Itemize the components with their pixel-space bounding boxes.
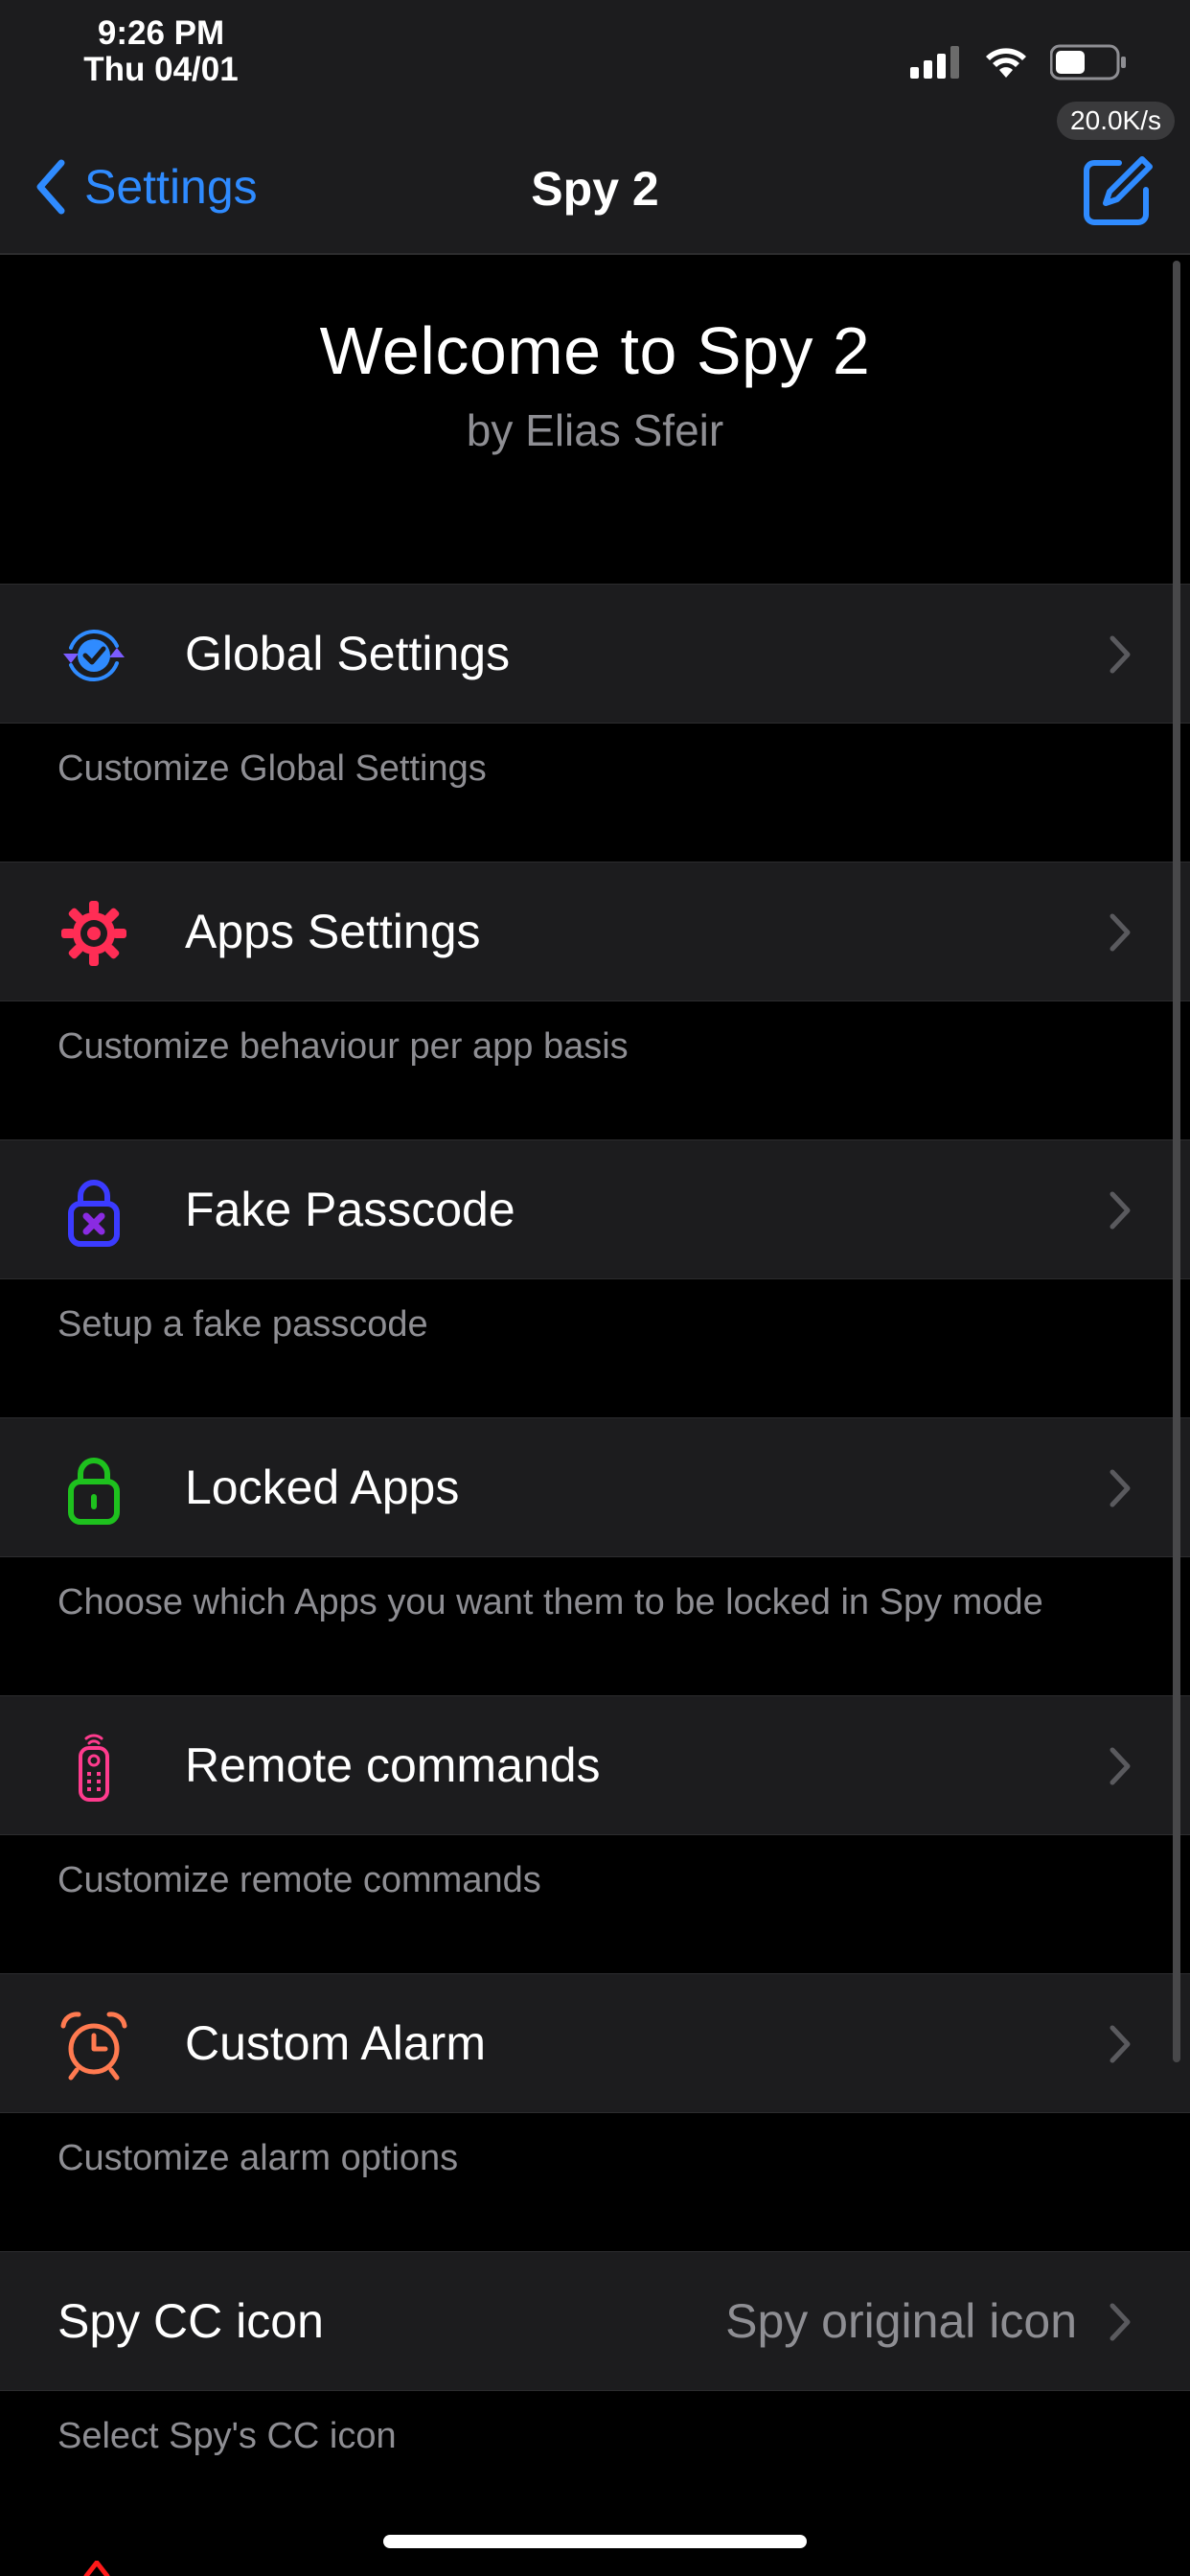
cell-spy-cc-icon[interactable]: Spy CC icon Spy original icon (0, 2251, 1190, 2391)
battery-icon (1050, 44, 1126, 80)
footer-apps-settings: Customize behaviour per app basis (57, 1026, 629, 1067)
cell-remote-commands[interactable]: Remote commands (0, 1695, 1190, 1835)
settings-content: Welcome to Spy 2 by Elias Sfeir Global S… (0, 255, 1190, 2529)
cell-global-settings-label: Global Settings (185, 627, 511, 680)
footer-remote-commands: Customize remote commands (57, 1860, 541, 1900)
cell-remote-commands-label: Remote commands (185, 1738, 601, 1792)
cell-locked-apps-label: Locked Apps (185, 1460, 460, 1514)
chevron-right-icon (1110, 1191, 1131, 1230)
cell-spy-cc-icon-label: Spy CC icon (57, 2294, 324, 2348)
alarm-clock-icon (60, 2012, 127, 2081)
page-title: Spy 2 (531, 162, 659, 216)
chevron-right-icon (1110, 635, 1131, 674)
cell-fake-passcode-label: Fake Passcode (185, 1183, 515, 1236)
sync-check-icon (63, 629, 125, 682)
lock-icon (68, 1458, 120, 1525)
footer-global-settings: Customize Global Settings (57, 748, 487, 789)
partial-next-icon (83, 2561, 110, 2576)
cell-global-settings[interactable]: Global Settings (0, 584, 1190, 724)
status-time-text: 9:26 PM (97, 14, 225, 52)
chevron-right-icon (1110, 1469, 1131, 1507)
chevron-right-icon (1110, 913, 1131, 952)
chevron-right-icon (1110, 1747, 1131, 1785)
status-icons (910, 44, 1127, 80)
cell-fake-passcode[interactable]: Fake Passcode (0, 1139, 1190, 1279)
nav-bar: Settings Spy 2 (0, 144, 1190, 255)
chevron-right-icon (1110, 2303, 1131, 2341)
cell-custom-alarm[interactable]: Custom Alarm (0, 1973, 1190, 2113)
remote-icon (79, 1734, 109, 1802)
network-speed-badge: 20.0K/s (1057, 102, 1175, 140)
cell-custom-alarm-label: Custom Alarm (185, 2016, 486, 2070)
welcome-title: Welcome to Spy 2 (319, 313, 871, 388)
screen: 9:26 PM Thu 04/01 20.0K/s Settings Spy 2… (0, 0, 1190, 2576)
status-time: 9:26 PM Thu 04/01 (75, 15, 247, 88)
status-bar: 9:26 PM Thu 04/01 20.0K/s (0, 0, 1190, 144)
compose-icon[interactable] (1079, 153, 1156, 230)
chevron-right-icon (1110, 2025, 1131, 2063)
cellular-signal-icon (910, 46, 959, 79)
cell-locked-apps[interactable]: Locked Apps (0, 1417, 1190, 1557)
scrollbar[interactable] (1173, 261, 1180, 2062)
cell-apps-settings[interactable]: Apps Settings (0, 862, 1190, 1001)
footer-spy-cc-icon: Select Spy's CC icon (57, 2416, 397, 2456)
cell-spy-cc-icon-value: Spy original icon (725, 2294, 1077, 2348)
wifi-icon (986, 48, 1026, 78)
home-indicator[interactable] (383, 2535, 807, 2548)
footer-locked-apps: Choose which Apps you want them to be lo… (57, 1582, 1043, 1622)
footer-fake-passcode: Setup a fake passcode (57, 1304, 428, 1345)
footer-custom-alarm: Customize alarm options (57, 2138, 459, 2178)
cell-apps-settings-label: Apps Settings (185, 905, 481, 958)
welcome-header: Welcome to Spy 2 by Elias Sfeir (0, 255, 1190, 584)
gear-icon (61, 901, 126, 966)
welcome-subtitle: by Elias Sfeir (466, 405, 724, 455)
lock-x-icon (68, 1180, 120, 1247)
status-date-text: Thu 04/01 (83, 51, 239, 88)
